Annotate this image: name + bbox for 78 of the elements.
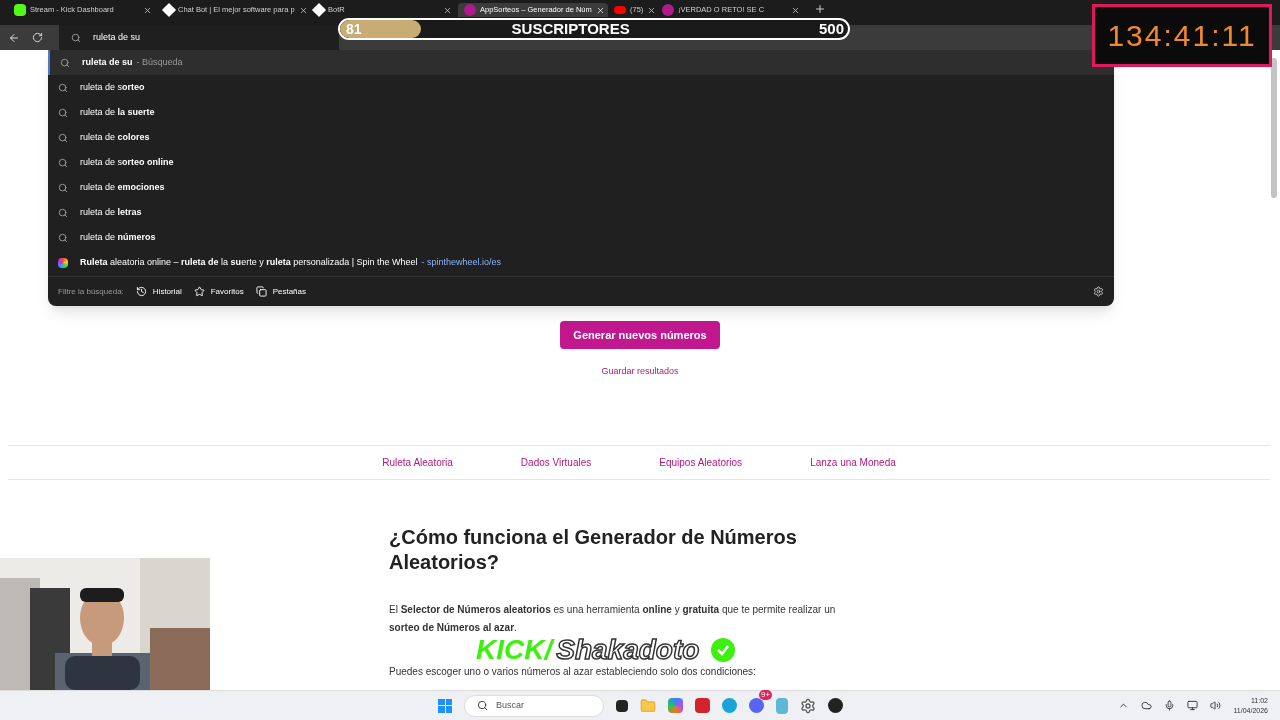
back-icon[interactable]	[8, 31, 20, 44]
close-icon[interactable]	[143, 5, 152, 15]
new-tab-icon[interactable]	[814, 3, 826, 15]
nav-link[interactable]: Ruleta Aleatoria	[382, 454, 453, 470]
filter-chip[interactable]: Pestañas	[255, 285, 306, 298]
notification-badge: 9+	[759, 690, 773, 700]
history-icon	[135, 286, 147, 297]
close-icon[interactable]	[791, 5, 800, 15]
suggestion-item[interactable]: ruleta de colores	[48, 125, 1114, 150]
search-placeholder: Buscar	[496, 698, 524, 712]
suggestion-hint: - Búsqueda	[136, 55, 183, 69]
suggestion-text: ruleta de números	[80, 230, 156, 244]
goal-target: 500	[818, 20, 844, 38]
suggestion-text: ruleta de sorteo	[80, 80, 145, 94]
monitor-icon[interactable]	[1187, 700, 1199, 711]
suggestion-item[interactable]: ruleta de emociones	[48, 175, 1114, 200]
nav-link[interactable]: Dados Virtuales	[520, 454, 592, 470]
suggestion-text: Ruleta aleatoria online – ruleta de la suerte y ruleta personalizada | Spin the Wheel	[80, 255, 418, 269]
search-icon	[58, 107, 68, 118]
nav-link[interactable]: Lanza una Moneda	[810, 454, 896, 470]
taskbar-search-field[interactable]: Buscar	[464, 694, 604, 717]
filter-chip[interactable]: Favoritos	[193, 285, 244, 298]
star-icon	[193, 286, 205, 297]
paragraph: Puedes escoger uno o varios números al azar estableciendo solo dos condiciones:	[389, 664, 757, 679]
search-icon	[58, 182, 68, 193]
app-icon[interactable]	[828, 698, 843, 713]
section-heading: ¿Cómo funciona el Generador de Números Aleatorios?	[389, 524, 798, 575]
filter-chip[interactable]: Historial	[135, 285, 182, 298]
paragraph: El Selector de Números aleatorios es una herramienta online y gratuita que te permite realizar un sorteo de Números al azar.	[389, 602, 837, 635]
reload-icon[interactable]	[32, 32, 43, 43]
wheel-favicon-icon	[58, 257, 68, 268]
suggestion-item[interactable]: ruleta de sorteo online	[48, 150, 1114, 175]
volume-icon[interactable]	[1210, 700, 1222, 711]
filter-label: Filtre la búsqueda:	[58, 285, 124, 298]
channel-name: Shakadoto	[556, 636, 700, 664]
address-text: ruleta de su	[93, 30, 141, 44]
app-logo-icon	[662, 4, 674, 16]
kick-banner-text: KICK/	[476, 636, 553, 664]
close-icon[interactable]	[443, 5, 452, 15]
close-icon[interactable]	[647, 5, 657, 15]
suggestion-item[interactable]: ruleta de su - Búsqueda	[48, 50, 1114, 75]
verified-icon	[711, 638, 736, 662]
tabs-icon	[255, 286, 267, 297]
close-icon[interactable]	[595, 5, 605, 15]
subscriber-count: 81	[346, 20, 362, 38]
address-field[interactable]: ruleta de su	[59, 25, 339, 50]
suggestion-text: ruleta de letras	[80, 205, 142, 219]
stream-timer: 134:41:11	[1092, 4, 1272, 67]
app-logo-icon	[464, 4, 476, 16]
suggestion-text: ruleta de la suerte	[80, 105, 155, 119]
windows-start-icon[interactable]	[438, 698, 452, 713]
search-icon	[58, 157, 68, 168]
cloud-icon[interactable]	[1141, 700, 1153, 711]
save-results-link[interactable]: Guardar resultados	[601, 365, 679, 379]
suggestion-text: ruleta de colores	[80, 130, 150, 144]
suggestion-text: ruleta de su	[82, 55, 133, 69]
suggestion-item[interactable]: ruleta de la suerte	[48, 100, 1114, 125]
search-icon	[477, 700, 488, 711]
suggestion-hint: - spinthewheel.io/es	[421, 255, 502, 269]
goal-label: SUSCRIPTORES	[511, 20, 630, 38]
suggestion-item[interactable]: ruleta de letras	[48, 200, 1114, 225]
settings-icon[interactable]	[800, 697, 816, 714]
suggestion-item[interactable]: Ruleta aleatoria online – ruleta de la suerte y ruleta personalizada | Spin the Wheel - spinthewheel.io/es	[48, 250, 1114, 275]
search-icon	[58, 207, 68, 218]
suggestion-item[interactable]: ruleta de números	[48, 225, 1114, 250]
close-icon[interactable]	[298, 5, 308, 15]
search-icon	[58, 82, 68, 93]
suggestion-text: ruleta de sorteo online	[80, 155, 174, 169]
search-icon	[58, 132, 68, 143]
nav-link[interactable]: Equipos Aleatorios	[659, 454, 743, 470]
search-icon	[71, 32, 81, 43]
suggestion-item[interactable]: ruleta de sorteo	[48, 75, 1114, 100]
generate-button[interactable]: Generar nuevos números	[560, 321, 720, 349]
scrollbar[interactable]	[1271, 58, 1277, 198]
suggestion-text: ruleta de emociones	[80, 180, 165, 194]
microphone-icon[interactable]	[1164, 700, 1176, 711]
search-icon	[60, 57, 70, 68]
search-icon	[58, 232, 68, 243]
